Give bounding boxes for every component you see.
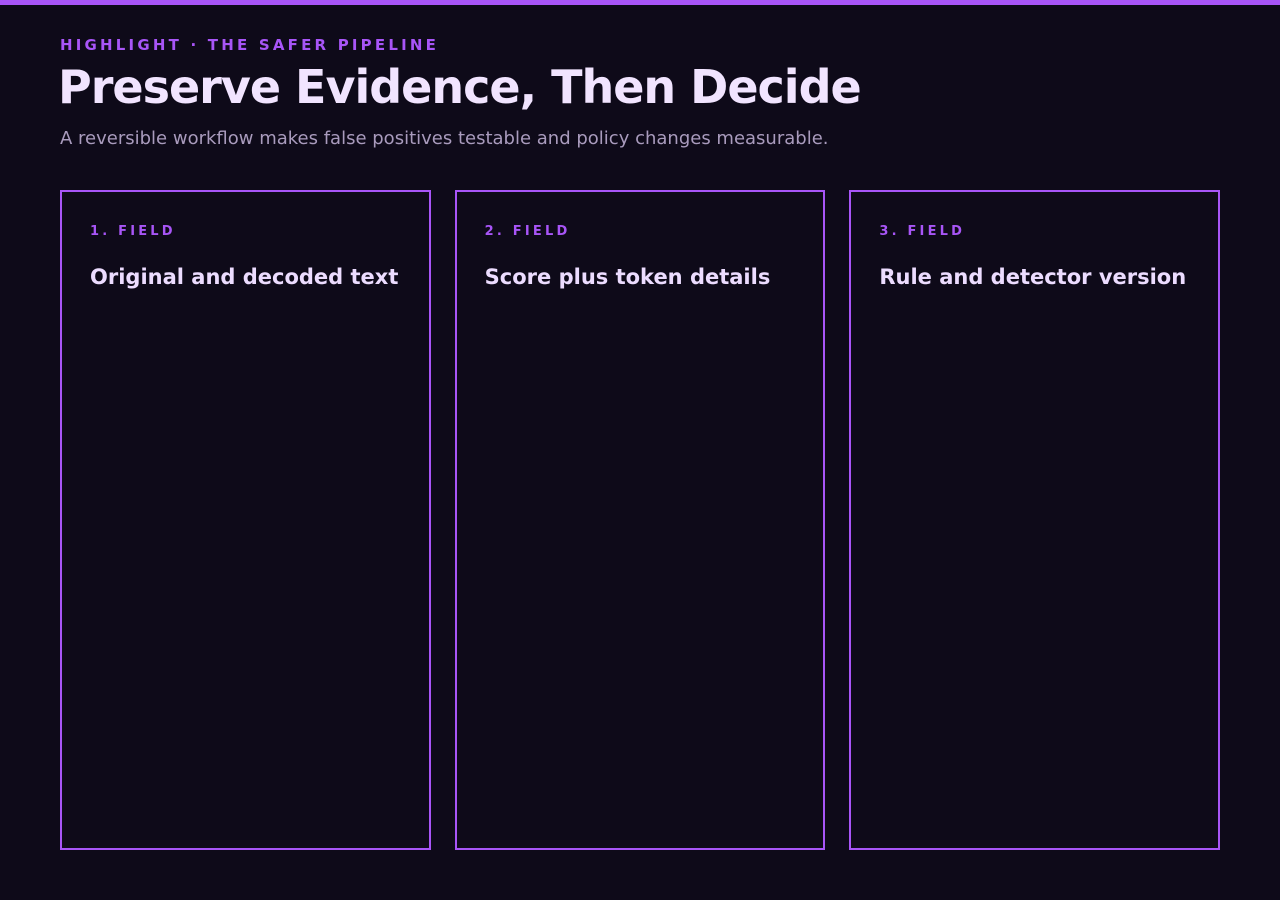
field-card-text: Original and decoded text [90,265,399,289]
field-cards: 1. FIELD Original and decoded text 2. FI… [60,190,1221,850]
field-card-kicker: 1. FIELD [90,224,176,239]
field-card-text: Rule and detector version [879,265,1187,289]
page-subtitle: A reversible workflow makes false positi… [60,128,829,149]
field-card-2: 2. FIELD Score plus token details [454,190,826,850]
field-card-text: Score plus token details [484,265,771,289]
field-card-kicker: 3. FIELD [879,224,966,239]
field-card-3: 3. FIELD Rule and detector version [849,190,1221,850]
field-card-kicker: 2. FIELD [484,224,571,239]
field-card-1: 1. FIELD Original and decoded text [60,190,431,850]
eyebrow-label: HIGHLIGHT · THE SAFER PIPELINE [60,36,440,54]
page-title: Preserve Evidence, Then Decide [58,60,862,114]
top-accent-bar [0,0,1280,5]
